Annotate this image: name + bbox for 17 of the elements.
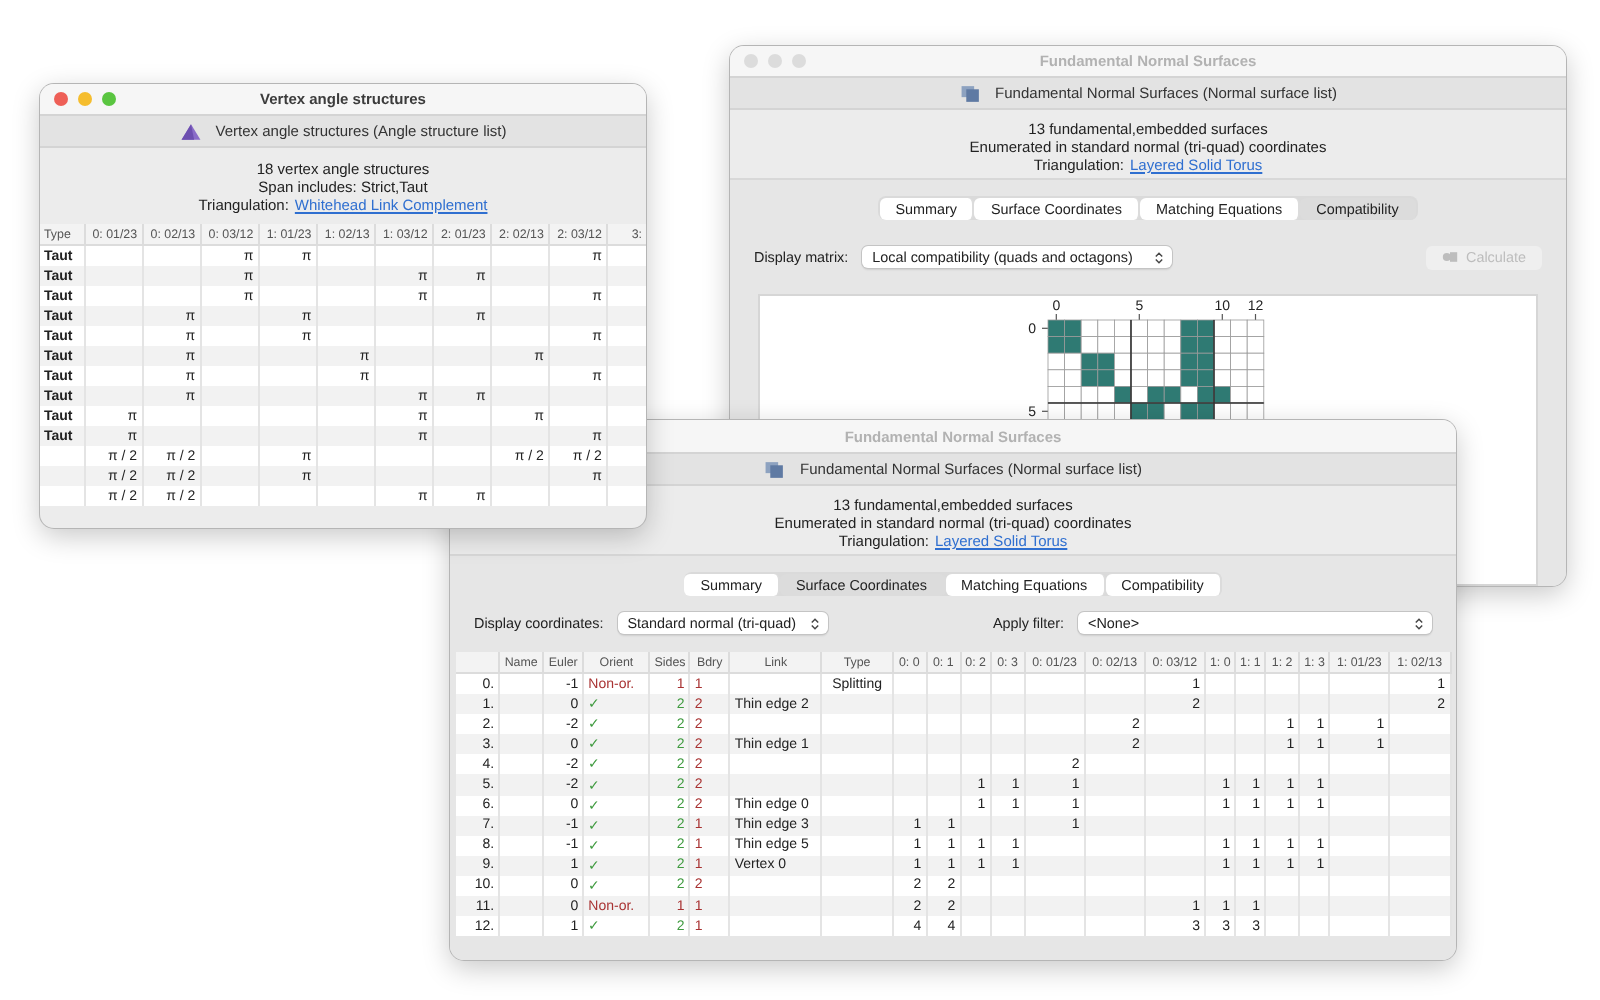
minimize-button[interactable] [78,92,92,106]
close-button[interactable] [744,54,758,68]
tick-mark [1221,313,1223,321]
zoom-button[interactable] [792,54,806,68]
updown-caret-icon [1414,615,1424,631]
documents-icon [959,83,982,103]
tick-mark [1041,410,1049,412]
updown-caret-icon [1154,249,1165,265]
zoom-button[interactable] [102,92,116,106]
close-button[interactable] [54,92,68,106]
updown-caret-icon [809,615,820,631]
triangle-icon [179,121,202,141]
shapes-icon [1442,250,1459,264]
tick-mark [1254,313,1257,321]
documents-icon [764,459,787,479]
minimize-button[interactable] [768,54,782,68]
tick-mark [1138,313,1140,321]
